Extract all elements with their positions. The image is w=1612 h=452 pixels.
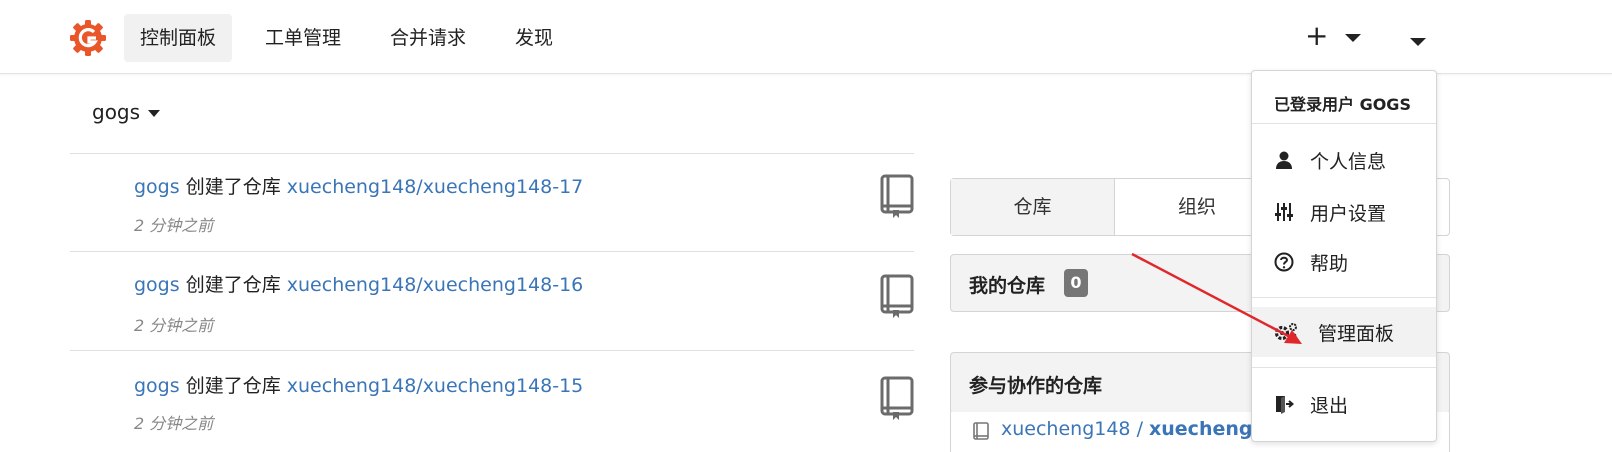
menu-item-sign-out[interactable]: 退出 [1252, 379, 1436, 429]
nav-issues[interactable]: 工单管理 [249, 14, 357, 62]
gogs-logo-icon[interactable] [70, 20, 106, 56]
feed-action: 创建了仓库 [185, 274, 281, 296]
feed-action: 创建了仓库 [185, 375, 281, 397]
book-icon [880, 174, 914, 218]
feed-repo-link[interactable]: xuecheng148/xuecheng148-17 [287, 176, 583, 198]
collab-repos-title: 参与协作的仓库 [969, 375, 1103, 397]
feed-time: 2 分钟之前 [134, 316, 214, 335]
context-caret-icon[interactable] [148, 110, 160, 117]
user-menu-caret-icon[interactable] [1410, 38, 1426, 46]
feed-action: 创建了仓库 [185, 176, 281, 198]
my-repos-count-badge: 0 [1064, 269, 1088, 297]
repo-book-icon [973, 422, 989, 440]
feed-time: 2 分钟之前 [134, 414, 214, 433]
menu-item-label: 个人信息 [1310, 151, 1387, 173]
feed-divider [70, 153, 914, 154]
my-repos-title: 我的仓库 [969, 275, 1046, 297]
annotation-arrow-icon [1131, 252, 1302, 344]
feed-divider [70, 251, 914, 252]
nav-pull-requests[interactable]: 合并请求 [374, 14, 482, 62]
sliders-icon [1275, 203, 1293, 221]
menu-item-label: 管理面板 [1318, 323, 1395, 345]
book-icon [880, 274, 914, 318]
feed-repo-link[interactable]: xuecheng148/xuecheng148-16 [287, 274, 583, 296]
sign-out-icon [1276, 396, 1294, 414]
menu-divider [1252, 123, 1436, 124]
create-dropdown-caret-icon[interactable] [1345, 34, 1361, 42]
nav-dashboard[interactable]: 控制面板 [124, 14, 233, 62]
feed-actor-link[interactable]: gogs [134, 375, 180, 397]
feed-repo-link[interactable]: xuecheng148/xuecheng148-15 [287, 375, 583, 397]
menu-item-settings[interactable]: 用户设置 [1252, 187, 1436, 237]
book-icon [880, 376, 914, 420]
user-icon [1276, 151, 1292, 169]
menu-item-label: 退出 [1310, 395, 1349, 417]
create-new-button[interactable]: + [1305, 20, 1328, 52]
menu-divider [1252, 367, 1436, 368]
feed-actor-link[interactable]: gogs [134, 176, 180, 198]
menu-item-label: 用户设置 [1310, 203, 1387, 225]
context-switcher[interactable]: gogs [92, 100, 140, 124]
feed-time: 2 分钟之前 [134, 216, 214, 235]
collab-repo-owner[interactable]: xuecheng148 [1001, 418, 1131, 440]
top-navbar: 控制面板 工单管理 合并请求 发现 + [0, 0, 1612, 74]
menu-signed-in-header: 已登录用户 GOGS [1274, 95, 1411, 114]
collab-repo-separator: / [1130, 418, 1150, 440]
feed-actor-link[interactable]: gogs [134, 274, 180, 296]
feed-divider [70, 350, 914, 351]
collab-repo-name[interactable]: xuecheng1 [1149, 418, 1266, 440]
menu-item-profile[interactable]: 个人信息 [1252, 135, 1436, 185]
tab-repositories[interactable]: 仓库 [951, 179, 1115, 235]
nav-explore[interactable]: 发现 [499, 14, 569, 62]
